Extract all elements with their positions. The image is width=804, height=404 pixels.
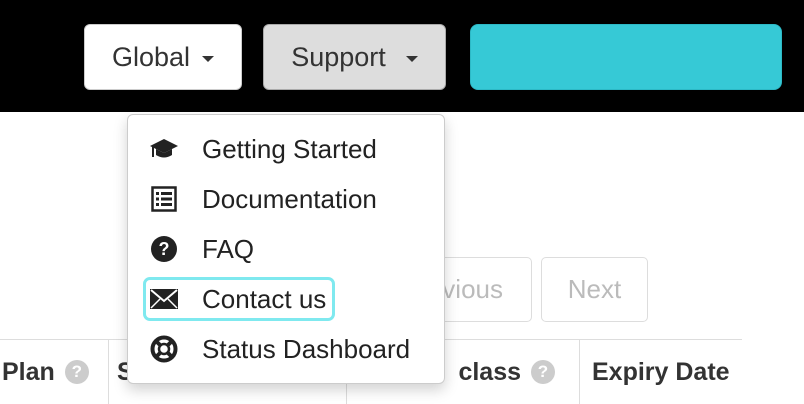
life-ring-icon: [148, 333, 180, 365]
global-dropdown-button[interactable]: Global: [84, 24, 242, 90]
menu-item-status-dashboard[interactable]: Status Dashboard: [148, 330, 410, 368]
support-dropdown-menu: Getting Started Documentation ? FAQ Cont…: [127, 114, 445, 384]
caret-down-icon: [202, 55, 215, 62]
support-dropdown-button[interactable]: Support: [263, 24, 446, 90]
menu-item-label: Status Dashboard: [202, 333, 411, 364]
svg-text:?: ?: [159, 239, 170, 259]
menu-item-label: Documentation: [202, 183, 377, 214]
column-header-plan-label: Plan: [2, 357, 55, 386]
column-header-expiry-label: Expiry Date: [592, 357, 730, 386]
column-header-class-label: class: [458, 357, 521, 386]
support-label: Support: [291, 41, 386, 72]
menu-item-getting-started[interactable]: Getting Started: [148, 130, 377, 168]
column-header-plan[interactable]: Plan ?: [0, 340, 108, 404]
list-alt-icon: [148, 183, 180, 215]
question-circle-icon[interactable]: ?: [64, 360, 89, 384]
question-circle-icon[interactable]: ?: [531, 360, 555, 384]
menu-item-faq[interactable]: ? FAQ: [148, 230, 254, 268]
menu-item-contact-us[interactable]: Contact us: [142, 277, 336, 321]
menu-item-label: Getting Started: [202, 133, 377, 164]
next-page-button[interactable]: Next: [541, 257, 648, 322]
next-label: Next: [567, 274, 622, 304]
global-label: Global: [111, 41, 191, 72]
accent-button[interactable]: [470, 24, 782, 90]
menu-item-documentation[interactable]: Documentation: [148, 180, 377, 218]
caret-down-icon: [405, 55, 418, 62]
previous-label: vious: [442, 274, 503, 304]
envelope-icon: [148, 283, 180, 315]
column-header-expiry-date[interactable]: Expiry Date: [579, 340, 749, 404]
question-circle-icon: ?: [148, 233, 180, 265]
menu-item-label: Contact us: [202, 283, 327, 314]
graduation-cap-icon: [148, 133, 180, 165]
menu-item-label: FAQ: [202, 233, 255, 264]
